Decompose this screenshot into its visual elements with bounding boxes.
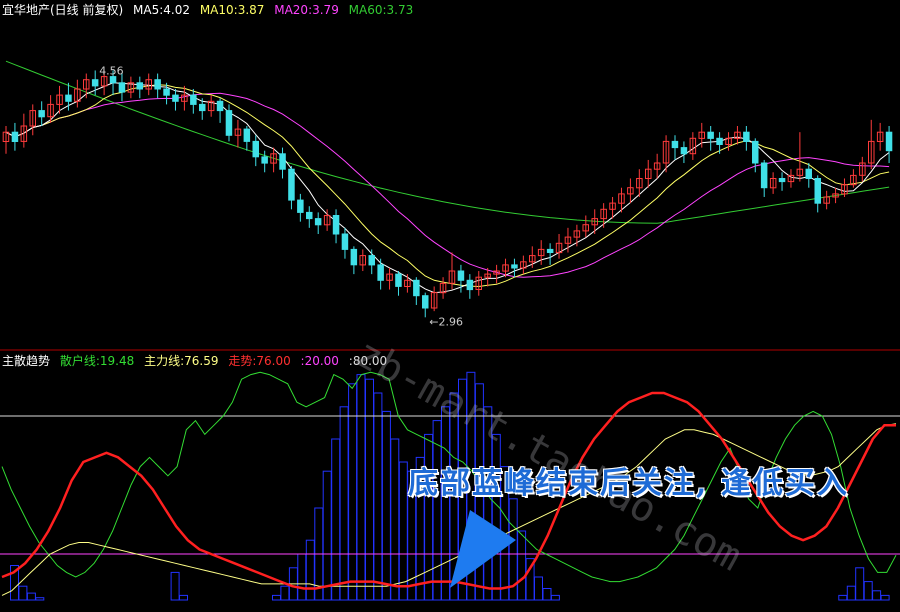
retail-line-readout: 散户线:19.48: [59, 354, 135, 368]
ma20-readout: MA20:3.79: [274, 3, 339, 17]
candle-body: [885, 131, 893, 152]
candle-body: [332, 215, 340, 235]
candle-body: [297, 199, 304, 213]
high-price-label: 4.56: [99, 64, 124, 77]
ma5-readout: MA5:4.02: [133, 3, 190, 17]
candle-body: [743, 131, 750, 142]
indicator-bar: [381, 410, 391, 601]
candle-body: [760, 162, 768, 189]
indicator-bar: [305, 539, 315, 601]
ma60-readout: MA60:3.73: [348, 3, 414, 17]
indicator-bar: [441, 406, 450, 601]
stock-title: 宜华地产(日线 前复权): [2, 3, 124, 17]
indicator-bar: [170, 571, 180, 601]
candle-body: [136, 82, 143, 90]
indicator-bar: [517, 530, 527, 601]
indicator-bar: [432, 420, 442, 601]
candle-body: [243, 128, 251, 142]
indicator-bar: [26, 592, 36, 601]
candle-body: [422, 295, 429, 309]
candle-body: [716, 137, 723, 146]
candle-body: [752, 140, 759, 164]
indicator-name: 主散趋势: [2, 354, 51, 368]
indicator-bar: [534, 576, 543, 601]
candle-body: [341, 233, 349, 250]
candle-body: [814, 178, 821, 204]
indicator-bar: [280, 585, 290, 601]
low-price-label: ←2.96: [429, 315, 463, 328]
candle-body: [91, 79, 99, 87]
candle-body: [350, 248, 358, 266]
indicator-bar: [880, 594, 890, 601]
candle-body: [805, 168, 812, 179]
ma10-readout: MA10:3.87: [199, 3, 265, 17]
ma20-line: [5, 92, 890, 278]
candle-body: [707, 131, 714, 139]
banner-annotation: 底部蓝峰结束后关注, 逢低买入: [408, 466, 849, 501]
indicator-bar: [35, 597, 45, 601]
indicator-bar: [398, 461, 408, 601]
indicator-bar: [365, 378, 374, 601]
indicator-bar: [18, 585, 28, 601]
indicator-bar: [297, 553, 307, 601]
candle-body: [252, 140, 259, 158]
indicator-bar: [339, 406, 349, 601]
candle-body: [118, 82, 126, 93]
main-chart-header: 宜华地产(日线 前复权) MA5:4.02 MA10:3.87 MA20:3.7…: [2, 1, 419, 18]
ma5-line: [5, 82, 890, 294]
indicator-bar: [322, 470, 332, 601]
candle-body: [413, 279, 420, 297]
indicator-bar: [542, 588, 552, 601]
indicator-bar: [550, 594, 560, 601]
indicator-bar: [390, 438, 400, 601]
level-low-readout: :20.00: [300, 354, 339, 368]
candle-body: [511, 264, 518, 269]
indicator-bar: [373, 392, 383, 601]
candle-body: [261, 156, 268, 164]
candle-body: [368, 255, 375, 266]
candle-body: [395, 273, 402, 287]
trend-readout: 走势:76.00: [228, 354, 291, 368]
indicator-bar: [846, 585, 856, 601]
candle-body: [199, 103, 206, 112]
candle-body: [314, 218, 322, 226]
candle-body: [288, 168, 295, 201]
candle-body: [172, 94, 179, 102]
candle-body: [216, 100, 224, 112]
indicator-bar: [872, 590, 882, 601]
candle-body: [38, 110, 45, 118]
indicator-bar: [838, 594, 848, 601]
indicator-bar: [272, 594, 281, 601]
candle-body: [306, 211, 313, 220]
indicator-bar: [179, 594, 188, 601]
candle-body: [680, 147, 688, 155]
candle-body: [466, 279, 474, 291]
indicator-header: 主散趋势 散户线:19.48 主力线:76.59 走势:76.00 :20.00…: [2, 352, 393, 369]
candle-body: [11, 131, 19, 142]
indicator-bar: [855, 567, 865, 601]
candle-body: [546, 248, 554, 253]
chart-canvas: 4.56 ←2.96: [0, 60, 900, 601]
ma10-line: [5, 84, 890, 288]
candle-body: [190, 94, 197, 105]
candle-body: [109, 76, 117, 84]
candle-body: [279, 153, 286, 170]
indicator-bar: [863, 581, 873, 601]
candle-body: [163, 88, 170, 96]
candle-body: [457, 270, 465, 281]
main-line-readout: 主力线:76.59: [144, 354, 219, 368]
candle-body: [65, 94, 72, 102]
candle-body: [671, 140, 679, 149]
candle-body: [377, 264, 384, 281]
candle-body: [154, 79, 161, 90]
indicator-bar: [331, 438, 341, 601]
candle-body: [778, 178, 786, 183]
candle-body: [225, 110, 233, 136]
indicator-bar: [356, 374, 366, 601]
